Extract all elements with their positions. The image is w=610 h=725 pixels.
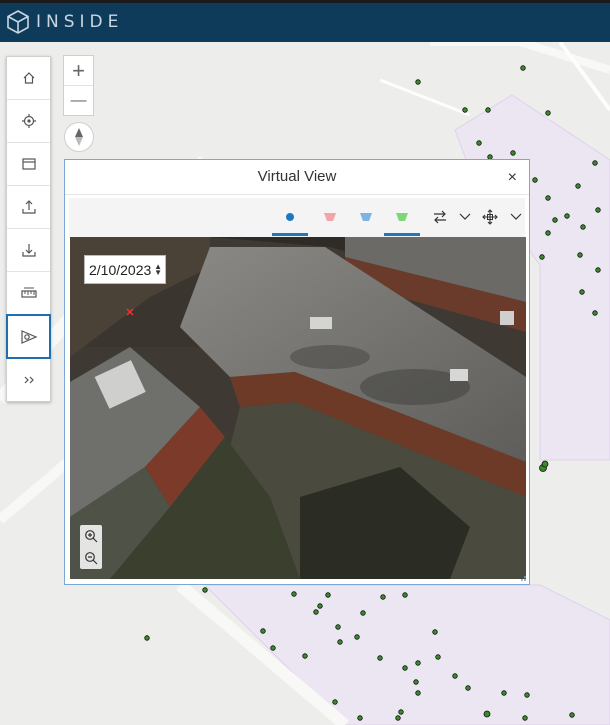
download-button[interactable] bbox=[7, 229, 50, 272]
camera-point-tool[interactable] bbox=[272, 204, 308, 236]
zoom-in-icon bbox=[85, 530, 98, 543]
zoom-out-button[interactable]: — bbox=[64, 86, 93, 115]
logo: INSIDE bbox=[6, 9, 123, 35]
camera-red-icon bbox=[324, 213, 336, 221]
date-spinner-icon[interactable]: ▲ ▼ bbox=[154, 263, 162, 277]
map-zoom-control: + — bbox=[63, 55, 94, 116]
panel-header: Virtual View × bbox=[65, 160, 529, 195]
measure-icon bbox=[20, 287, 37, 298]
measure-button[interactable] bbox=[7, 272, 50, 315]
move-icon bbox=[482, 209, 498, 225]
locate-icon bbox=[21, 114, 36, 128]
swap-icon bbox=[434, 210, 446, 224]
virtual-view-icon bbox=[20, 329, 38, 344]
zoom-in-button[interactable]: + bbox=[64, 56, 93, 86]
viewer-zoom-in-button[interactable] bbox=[80, 525, 102, 547]
map-toolbar bbox=[6, 56, 51, 402]
expand-toolbar-button[interactable] bbox=[7, 358, 50, 401]
chevron-down-icon bbox=[459, 213, 471, 220]
upload-button[interactable] bbox=[7, 186, 50, 229]
date-select[interactable]: 2/10/2023 ▲ ▼ bbox=[84, 255, 166, 284]
download-icon bbox=[21, 244, 36, 257]
close-button[interactable]: × bbox=[508, 169, 517, 187]
app-header: INSIDE bbox=[0, 0, 610, 42]
camera-blue-icon bbox=[360, 213, 372, 221]
panel-title: Virtual View bbox=[257, 168, 337, 185]
camera-point-icon bbox=[286, 213, 294, 221]
locate-button[interactable] bbox=[7, 100, 50, 143]
compass-button[interactable] bbox=[64, 122, 94, 152]
zoom-out-icon bbox=[85, 552, 98, 565]
camera-green-tool[interactable] bbox=[384, 204, 420, 236]
aerial-photo-viewer[interactable]: 2/10/2023 ▲ ▼ bbox=[70, 237, 526, 579]
upload-icon bbox=[21, 200, 36, 214]
brand-name: INSIDE bbox=[36, 12, 124, 32]
layers-icon bbox=[21, 158, 36, 170]
layers-button[interactable] bbox=[7, 143, 50, 186]
move-dropdown[interactable] bbox=[501, 204, 531, 230]
date-value: 2/10/2023 bbox=[89, 261, 152, 278]
expand-icon bbox=[24, 376, 34, 383]
panel-toolbar bbox=[69, 198, 525, 238]
viewer-zoom-control bbox=[80, 525, 102, 569]
resize-handle-icon[interactable] bbox=[517, 572, 527, 582]
home-button[interactable] bbox=[7, 57, 50, 100]
camera-green-icon bbox=[396, 213, 408, 221]
chevron-down-icon bbox=[510, 213, 522, 220]
camera-blue-tool[interactable] bbox=[351, 204, 381, 230]
compass-icon bbox=[75, 128, 83, 146]
home-icon bbox=[23, 72, 34, 84]
virtual-view-panel: Virtual View × 2/10/2023 ▲ ▼ bbox=[64, 159, 530, 585]
camera-red-tool[interactable] bbox=[315, 204, 345, 230]
cube-logo-icon bbox=[7, 10, 29, 34]
viewer-zoom-out-button[interactable] bbox=[80, 547, 102, 569]
virtual-view-button[interactable] bbox=[6, 314, 51, 359]
aerial-photo[interactable] bbox=[70, 237, 526, 579]
